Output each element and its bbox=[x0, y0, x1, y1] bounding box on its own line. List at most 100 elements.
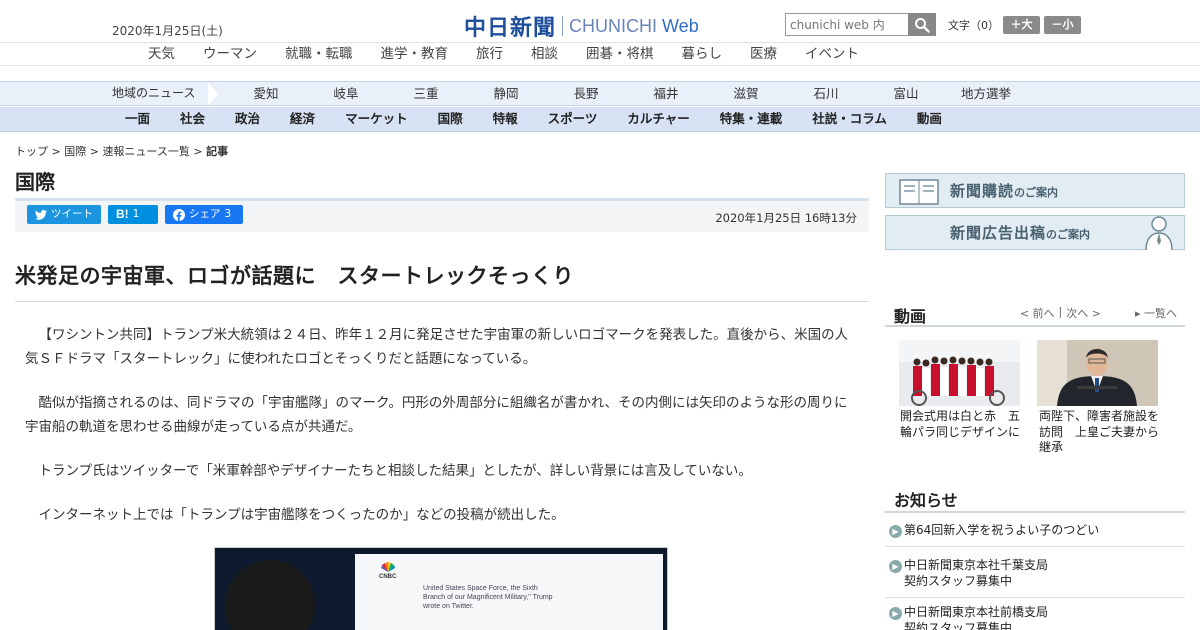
category-sports[interactable]: スポーツ bbox=[533, 107, 613, 131]
facebook-icon bbox=[173, 208, 185, 221]
region-nagano[interactable]: 長野 bbox=[546, 82, 626, 105]
tweet-button[interactable]: ツイート bbox=[27, 205, 101, 224]
cnbc-peacock-icon bbox=[381, 562, 395, 572]
region-gifu[interactable]: 岐阜 bbox=[306, 82, 386, 105]
logo-divider bbox=[562, 16, 564, 36]
site-search bbox=[785, 13, 936, 36]
category-market[interactable]: マーケット bbox=[330, 107, 423, 131]
breadcrumb-news-list[interactable]: 速報ニュース一覧 bbox=[102, 145, 189, 158]
breadcrumb: トップ > 国際 > 速報ニュース一覧 > 記事 bbox=[15, 143, 228, 159]
region-fukui[interactable]: 福井 bbox=[626, 82, 706, 105]
top-nav-weather[interactable]: 天気 bbox=[134, 43, 189, 65]
category-society[interactable]: 社会 bbox=[165, 107, 220, 131]
region-shiga[interactable]: 滋賀 bbox=[706, 82, 786, 105]
facebook-share-label: シェア bbox=[189, 208, 221, 220]
header-date: 2020年1月25日(土) bbox=[112, 24, 223, 38]
news-item[interactable]: ▶ 中日新聞東京本社千葉支局 契約スタッフ募集中 bbox=[889, 558, 1185, 589]
breadcrumb-top[interactable]: トップ bbox=[15, 145, 48, 158]
top-nav-travel[interactable]: 旅行 bbox=[462, 43, 517, 65]
pager-divider: | bbox=[1058, 305, 1063, 318]
top-nav-education[interactable]: 進学・教育 bbox=[367, 43, 463, 65]
news-divider bbox=[885, 597, 1185, 598]
hatena-bookmark-icon: B! bbox=[116, 207, 129, 221]
font-size-up-button[interactable]: ＋大 bbox=[1003, 16, 1040, 34]
top-nav-go-shogi[interactable]: 囲碁・将棋 bbox=[572, 43, 668, 65]
article-paragraph: トランプ氏はツイッターで「米軍幹部やデザイナーたちと相談した結果」としたが、詳し… bbox=[38, 463, 752, 479]
headline-rule bbox=[15, 301, 869, 302]
top-nav: 天気 ウーマン 就職・転職 進学・教育 旅行 相談 囲碁・将棋 暮らし 医療 イ… bbox=[0, 42, 1200, 66]
video-next-link[interactable]: 次へ > bbox=[1066, 305, 1101, 321]
video-list-link[interactable]: ▸ 一覧へ bbox=[1135, 305, 1177, 321]
search-input[interactable] bbox=[785, 13, 908, 36]
subscription-banner-text: 新聞購読のご案内 bbox=[950, 182, 1059, 200]
region-aichi[interactable]: 愛知 bbox=[226, 82, 306, 105]
advertising-banner-text: 新聞広告出稿のご案内 bbox=[950, 224, 1091, 242]
section-title: 国際 bbox=[15, 170, 55, 194]
category-special-report[interactable]: 特報 bbox=[478, 107, 533, 131]
subscription-banner[interactable]: 新聞購読のご案内 bbox=[885, 173, 1185, 208]
category-nav: 一面 社会 政治 経済 マーケット 国際 特報 スポーツ カルチャー 特集・連載… bbox=[0, 107, 1200, 132]
advertising-banner[interactable]: 新聞広告出稿のご案内 bbox=[885, 215, 1185, 250]
region-ishikawa[interactable]: 石川 bbox=[786, 82, 866, 105]
video-thumbnail-image bbox=[1037, 340, 1158, 406]
category-culture[interactable]: カルチャー bbox=[612, 107, 704, 131]
video-caption[interactable]: 両陛下、障害者施設を訪問 上皇ご夫妻から継承 bbox=[1039, 409, 1163, 456]
photo-brand: CNBC bbox=[379, 574, 397, 580]
newspaper-icon bbox=[899, 179, 939, 205]
breadcrumb-current: 記事 bbox=[206, 145, 229, 158]
category-international[interactable]: 国際 bbox=[423, 107, 478, 131]
hatena-bookmark-count: 1 bbox=[132, 208, 140, 220]
article-photo[interactable]: CNBC United States Space Force, the Sixt… bbox=[214, 547, 668, 630]
person-icon bbox=[1145, 216, 1173, 250]
photo-person-silhouette bbox=[225, 560, 315, 630]
facebook-share-count: 3 bbox=[224, 208, 232, 220]
region-mie[interactable]: 三重 bbox=[386, 82, 466, 105]
hatena-bookmark-button[interactable]: B! 1 bbox=[108, 205, 158, 224]
category-features[interactable]: 特集・連載 bbox=[705, 107, 798, 131]
news-item[interactable]: ▶ 第64回新入学を祝うよい子のつどい bbox=[889, 523, 1185, 539]
tweet-label: ツイート bbox=[51, 208, 93, 220]
top-nav-consult[interactable]: 相談 bbox=[517, 43, 572, 65]
region-nav-arrow bbox=[208, 82, 218, 106]
share-bar: ツイート B! 1 シェア 3 2020年1月25日 16時13分 bbox=[15, 201, 869, 232]
region-elections[interactable]: 地方選挙 bbox=[946, 82, 1026, 105]
video-caption[interactable]: 開会式用は白と赤 五輪パラ同じデザインに bbox=[900, 409, 1024, 440]
article-paragraph: 酷似が指摘されるのは、同ドラマの「宇宙艦隊」のマーク。円形の外周部分に組織名が書… bbox=[25, 395, 848, 435]
region-nav: 地域のニュース 愛知 岐阜 三重 静岡 長野 福井 滋賀 石川 富山 地方選挙 bbox=[0, 81, 1200, 106]
top-nav-medical[interactable]: 医療 bbox=[736, 43, 791, 65]
breadcrumb-international[interactable]: 国際 bbox=[64, 145, 86, 158]
video-thumbnail[interactable] bbox=[899, 340, 1020, 406]
category-economy[interactable]: 経済 bbox=[275, 107, 330, 131]
site-logo[interactable]: 中日新聞 CHUNICHI Web bbox=[464, 10, 699, 42]
video-prev-link[interactable]: < 前へ bbox=[1020, 305, 1055, 321]
article-headline: 米発足の宇宙軍、ロゴが話題に スタートレックそっくり bbox=[15, 264, 574, 288]
font-size-down-button[interactable]: －小 bbox=[1044, 16, 1081, 34]
breadcrumb-sep: > bbox=[189, 145, 207, 158]
category-front-page[interactable]: 一面 bbox=[110, 107, 165, 131]
search-button[interactable] bbox=[908, 13, 936, 36]
top-nav-woman[interactable]: ウーマン bbox=[189, 43, 271, 65]
font-size-control: 文字（0） ＋大 －小 bbox=[948, 16, 1081, 34]
news-item-label: 中日新聞東京本社千葉支局 契約スタッフ募集中 bbox=[904, 558, 1049, 588]
top-nav-jobs[interactable]: 就職・転職 bbox=[271, 43, 367, 65]
video-pager: < 前へ | 次へ > ▸ 一覧へ bbox=[1020, 305, 1177, 321]
top-nav-events[interactable]: イベント bbox=[791, 43, 873, 65]
photo-laptop-screen: CNBC United States Space Force, the Sixt… bbox=[355, 554, 663, 630]
top-nav-living[interactable]: 暮らし bbox=[668, 43, 737, 65]
facebook-share-button[interactable]: シェア 3 bbox=[165, 205, 243, 224]
news-item[interactable]: ▶ 中日新聞東京本社前橋支局 契約スタッフ募集中 bbox=[889, 605, 1185, 630]
breadcrumb-sep: > bbox=[48, 145, 65, 158]
category-video[interactable]: 動画 bbox=[902, 107, 957, 131]
published-date: 2020年1月25日 16時13分 bbox=[715, 211, 857, 225]
video-section-header: 動画 < 前へ | 次へ > ▸ 一覧へ bbox=[885, 299, 1185, 327]
logo-jp: 中日新聞 bbox=[464, 16, 557, 41]
chevron-right-icon: ▶ bbox=[889, 525, 902, 538]
region-shizuoka[interactable]: 静岡 bbox=[466, 82, 546, 105]
article-paragraph: インターネット上では「トランプは宇宙艦隊をつくったのか」などの投稿が続出した。 bbox=[38, 507, 565, 523]
category-editorials[interactable]: 社説・コラム bbox=[797, 107, 902, 131]
region-toyama[interactable]: 富山 bbox=[866, 82, 946, 105]
photo-screen-text: United States Space Force, the Sixth Bra… bbox=[423, 585, 553, 610]
video-thumbnail[interactable] bbox=[1037, 340, 1158, 406]
search-icon bbox=[915, 17, 930, 33]
category-politics[interactable]: 政治 bbox=[220, 107, 275, 131]
